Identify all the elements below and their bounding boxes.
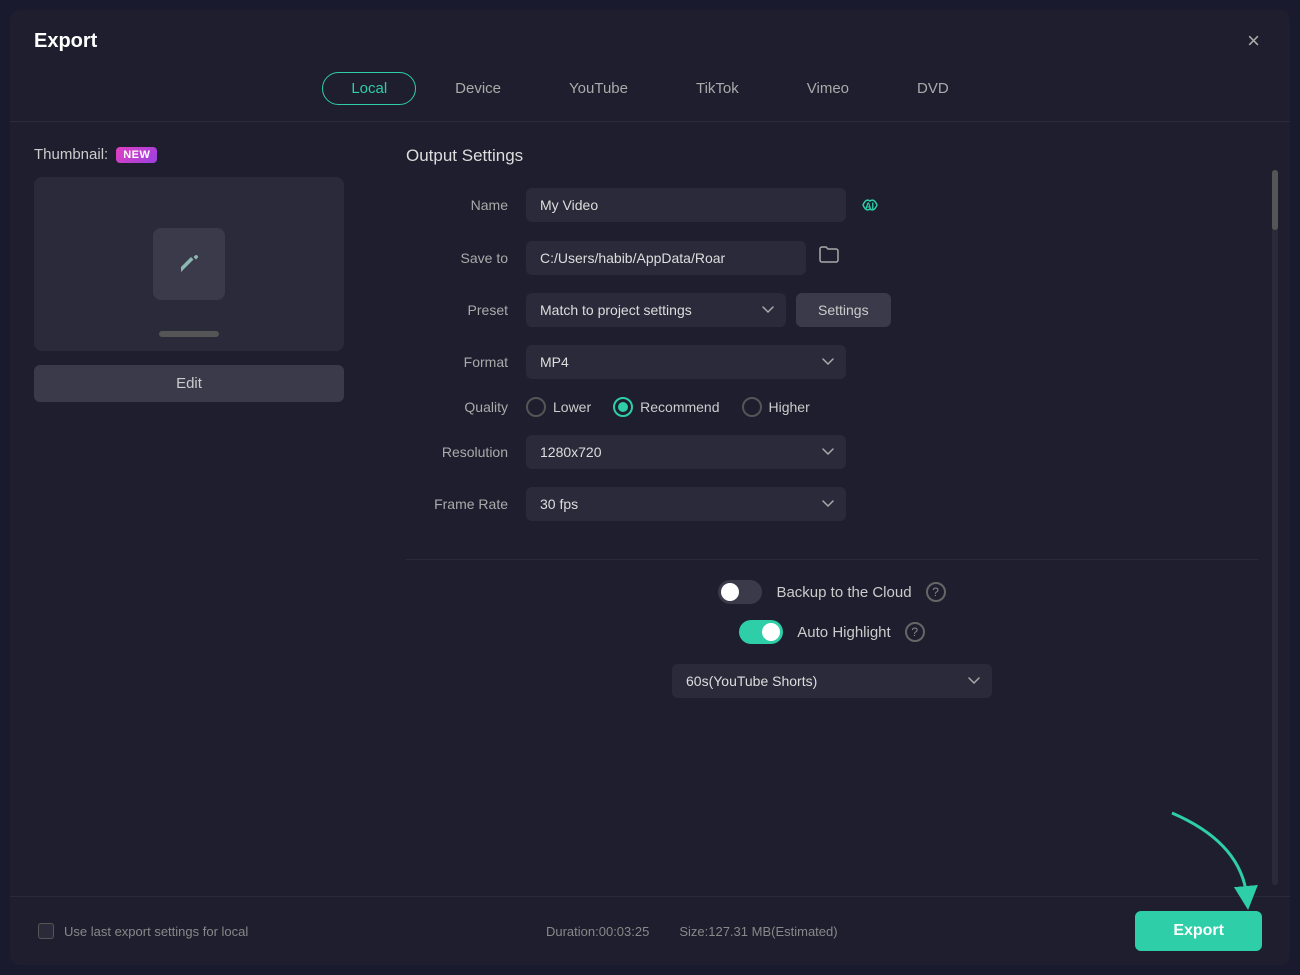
use-last-label: Use last export settings for local — [64, 924, 248, 939]
tab-tiktok[interactable]: TikTok — [667, 72, 768, 105]
ai-name-button[interactable]: AI — [856, 191, 884, 219]
auto-highlight-row: Auto Highlight ? — [406, 620, 1258, 644]
quality-row: Quality Lower Recommend Higher — [406, 397, 1258, 417]
tab-local[interactable]: Local — [322, 72, 416, 105]
folder-button[interactable] — [814, 240, 844, 275]
edit-pencil-icon — [170, 245, 208, 283]
quality-lower[interactable]: Lower — [526, 397, 591, 417]
size-label: Size:127.31 MB(Estimated) — [679, 924, 837, 939]
quality-lower-label: Lower — [553, 399, 591, 415]
quality-recommend-radio[interactable] — [613, 397, 633, 417]
quality-lower-radio[interactable] — [526, 397, 546, 417]
save-to-row: Save to — [406, 240, 1258, 275]
duration-label: Duration:00:03:25 — [546, 924, 649, 939]
title-bar: Export × — [10, 10, 1290, 64]
tab-youtube[interactable]: YouTube — [540, 72, 657, 105]
frame-rate-label: Frame Rate — [406, 496, 526, 512]
preset-row: Preset Match to project settings Setting… — [406, 293, 1258, 327]
shorts-select[interactable]: 60s(YouTube Shorts) — [672, 664, 992, 698]
save-to-label: Save to — [406, 250, 526, 266]
auto-highlight-toggle[interactable] — [739, 620, 783, 644]
tab-vimeo[interactable]: Vimeo — [778, 72, 878, 105]
dialog-title: Export — [34, 30, 97, 53]
settings-button[interactable]: Settings — [796, 293, 891, 327]
tab-bar: Local Device YouTube TikTok Vimeo DVD — [10, 64, 1290, 121]
quality-label: Quality — [406, 399, 526, 415]
backup-label: Backup to the Cloud — [776, 584, 911, 601]
use-last-checkbox[interactable]: Use last export settings for local — [38, 923, 248, 939]
new-badge: NEW — [116, 147, 157, 163]
shorts-row: 60s(YouTube Shorts) — [406, 664, 1258, 698]
name-row: Name AI — [406, 188, 1258, 222]
frame-rate-row: Frame Rate 30 fps — [406, 487, 1258, 521]
quality-recommend-label: Recommend — [640, 399, 719, 415]
thumbnail-label: Thumbnail: NEW — [34, 146, 374, 163]
svg-text:AI: AI — [865, 201, 874, 211]
resolution-select[interactable]: 1280x720 — [526, 435, 846, 469]
export-dialog: Export × Local Device YouTube TikTok Vim… — [10, 10, 1290, 965]
output-settings-title: Output Settings — [406, 146, 1258, 166]
auto-highlight-help-icon[interactable]: ? — [905, 622, 925, 642]
backup-toggle[interactable] — [718, 580, 762, 604]
backup-row: Backup to the Cloud ? — [406, 580, 1258, 604]
preset-label: Preset — [406, 302, 526, 318]
bottom-info: Duration:00:03:25 Size:127.31 MB(Estimat… — [546, 924, 838, 939]
tab-device[interactable]: Device — [426, 72, 530, 105]
left-panel: Thumbnail: NEW Edit — [34, 146, 374, 896]
thumbnail-icon — [153, 228, 225, 300]
backup-help-icon[interactable]: ? — [926, 582, 946, 602]
close-button[interactable]: × — [1241, 28, 1266, 54]
quality-higher-label: Higher — [769, 399, 810, 415]
auto-highlight-label: Auto Highlight — [797, 624, 890, 641]
format-select[interactable]: MP4 — [526, 345, 846, 379]
quality-higher[interactable]: Higher — [742, 397, 810, 417]
edit-button[interactable]: Edit — [34, 365, 344, 402]
format-row: Format MP4 — [406, 345, 1258, 379]
quality-higher-radio[interactable] — [742, 397, 762, 417]
export-button[interactable]: Export — [1135, 911, 1262, 951]
save-to-input[interactable] — [526, 241, 806, 275]
quality-recommend[interactable]: Recommend — [613, 397, 719, 417]
preset-select[interactable]: Match to project settings — [526, 293, 786, 327]
quality-recommend-dot — [618, 402, 628, 412]
backup-toggle-thumb — [721, 583, 739, 601]
name-input[interactable] — [526, 188, 846, 222]
ai-icon: AI — [856, 191, 884, 219]
section-divider — [406, 559, 1258, 560]
main-content: Thumbnail: NEW Edit Output Settings Name — [10, 122, 1290, 896]
quality-options: Lower Recommend Higher — [526, 397, 810, 417]
preset-content: Match to project settings Settings — [526, 293, 891, 327]
scrollbar-track — [1272, 170, 1278, 885]
bottom-bar: Use last export settings for local Durat… — [10, 896, 1290, 965]
resolution-label: Resolution — [406, 444, 526, 460]
name-label: Name — [406, 197, 526, 213]
scrollbar-thumb[interactable] — [1272, 170, 1278, 230]
frame-rate-select[interactable]: 30 fps — [526, 487, 846, 521]
resolution-row: Resolution 1280x720 — [406, 435, 1258, 469]
thumbnail-preview — [34, 177, 344, 351]
right-panel: Output Settings Name AI Save to — [406, 146, 1266, 896]
format-label: Format — [406, 354, 526, 370]
thumbnail-bar — [159, 331, 219, 337]
save-to-content — [526, 240, 844, 275]
tab-dvd[interactable]: DVD — [888, 72, 978, 105]
auto-highlight-toggle-thumb — [762, 623, 780, 641]
use-last-checkbox-box[interactable] — [38, 923, 54, 939]
folder-icon — [818, 244, 840, 266]
